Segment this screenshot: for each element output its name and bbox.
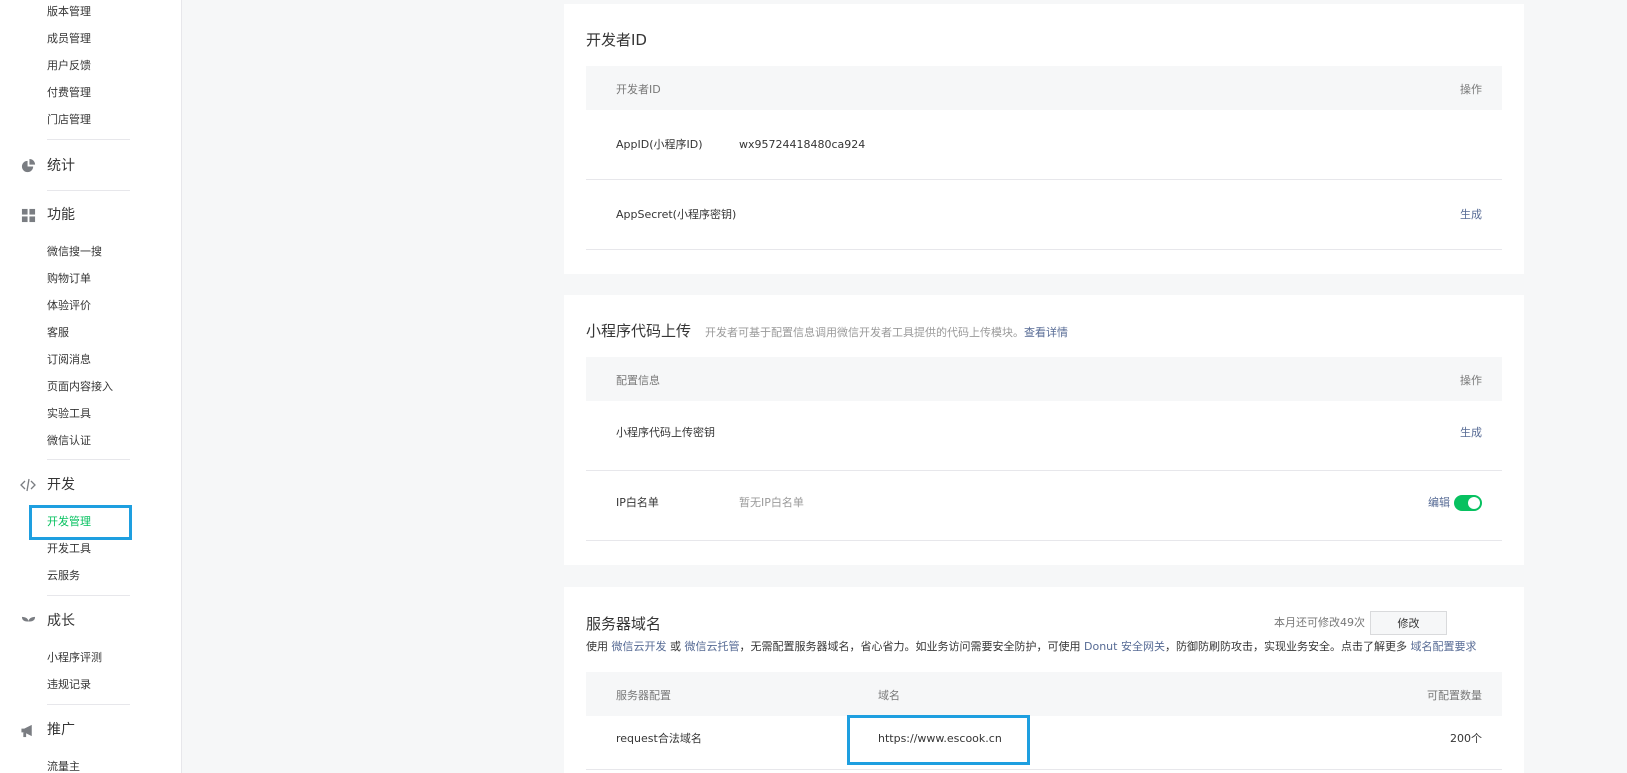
sidebar: 版本管理 成员管理 用户反馈 付费管理 门店管理 统计 功能 微信搜一搜 购物订…	[0, 0, 182, 773]
sidebar-group-features[interactable]: 功能	[20, 206, 75, 224]
appid-label: AppID(小程序ID)	[616, 138, 703, 151]
sidebar-item-reviews[interactable]: 体验评价	[47, 299, 91, 313]
sidebar-group-label: 成长	[47, 613, 75, 629]
code-icon	[20, 477, 36, 493]
sidebar-item-certification[interactable]: 微信认证	[47, 434, 91, 448]
ip-whitelist-toggle[interactable]	[1454, 495, 1482, 511]
column-header: 配置信息	[616, 374, 660, 387]
note-text: 使用	[586, 640, 608, 653]
ip-whitelist-label: IP白名单	[616, 496, 659, 509]
sidebar-divider	[47, 595, 130, 596]
sidebar-group-label: 开发	[47, 477, 75, 493]
generate-secret-link[interactable]: 生成	[1460, 208, 1482, 222]
generate-key-link[interactable]: 生成	[1460, 426, 1482, 440]
note-text: 或	[670, 640, 681, 653]
sidebar-group-growth[interactable]: 成长	[20, 612, 75, 630]
sidebar-item-payment[interactable]: 付费管理	[47, 86, 91, 100]
card-title: 开发者ID	[586, 31, 647, 49]
sidebar-item-cloud[interactable]: 云服务	[47, 569, 80, 583]
megaphone-icon	[20, 722, 36, 738]
sidebar-item-feedback[interactable]: 用户反馈	[47, 59, 91, 73]
code-upload-card: 小程序代码上传 开发者可基于配置信息调用微信开发者工具提供的代码上传模块。查看详情…	[564, 295, 1524, 565]
sidebar-group-stats[interactable]: 统计	[20, 157, 75, 175]
server-note: 使用 微信云开发 或 微信云托管，无需配置服务器域名，省心省力。如业务访问需要安…	[586, 638, 1476, 654]
sidebar-item-experiment[interactable]: 实验工具	[47, 407, 91, 421]
row-divider	[586, 249, 1502, 250]
table-header: 配置信息 操作	[586, 357, 1502, 401]
sidebar-group-label: 统计	[47, 158, 75, 174]
request-domain-label: request合法域名	[616, 732, 702, 745]
request-domain-count: 200个	[1450, 732, 1482, 745]
card-title: 服务器域名	[586, 615, 662, 633]
upload-key-label: 小程序代码上传密钥	[616, 426, 715, 439]
ip-whitelist-value: 暂无IP白名单	[739, 496, 804, 509]
grid-icon	[20, 207, 36, 223]
highlight-box	[29, 505, 132, 540]
sprout-icon	[20, 613, 36, 629]
sidebar-group-promo[interactable]: 推广	[20, 721, 75, 739]
sidebar-item-stores[interactable]: 门店管理	[47, 113, 91, 127]
developer-id-card: 开发者ID 开发者ID 操作 AppID(小程序ID) wx9572441848…	[564, 4, 1524, 274]
note-text: ，防御防刷防攻击，实现业务安全。点击了解更多	[1164, 640, 1407, 653]
sidebar-item-subscribe[interactable]: 订阅消息	[47, 353, 91, 367]
edit-ip-link[interactable]: 编辑	[1428, 496, 1450, 510]
note-text: ，无需配置服务器域名，省心省力。如业务访问需要安全防护，可使用	[739, 640, 1081, 653]
sidebar-item-violations[interactable]: 违规记录	[47, 678, 91, 692]
sidebar-divider	[47, 190, 130, 191]
donut-gateway-link[interactable]: Donut 安全网关	[1084, 640, 1165, 653]
sidebar-item-dev-tools[interactable]: 开发工具	[47, 542, 91, 556]
table-header: 开发者ID 操作	[586, 66, 1502, 110]
sidebar-item-traffic[interactable]: 流量主	[47, 760, 80, 773]
sidebar-group-label: 功能	[47, 207, 75, 223]
column-header: 开发者ID	[616, 83, 661, 96]
column-header: 可配置数量	[1427, 689, 1482, 702]
card-title: 小程序代码上传	[586, 322, 692, 340]
appsecret-label: AppSecret(小程序密钥)	[616, 208, 737, 221]
row-divider	[586, 769, 1502, 770]
sidebar-item-customer-service[interactable]: 客服	[47, 326, 69, 340]
domain-requirements-link[interactable]: 域名配置要求	[1410, 640, 1476, 653]
view-details-link[interactable]: 查看详情	[1024, 326, 1068, 339]
sidebar-group-label: 推广	[47, 722, 75, 738]
highlight-box	[847, 715, 1030, 765]
appid-value: wx95724418480ca924	[739, 138, 866, 151]
column-header: 操作	[1460, 374, 1482, 387]
sidebar-item-orders[interactable]: 购物订单	[47, 272, 91, 286]
row-divider	[586, 470, 1502, 471]
pie-chart-icon	[20, 158, 36, 174]
sidebar-divider	[47, 704, 130, 705]
card-title-row: 小程序代码上传 开发者可基于配置信息调用微信开发者工具提供的代码上传模块。查看详情	[586, 320, 1068, 341]
sidebar-divider	[47, 459, 130, 460]
card-subtitle: 开发者可基于配置信息调用微信开发者工具提供的代码上传模块。	[705, 326, 1025, 339]
row-divider	[586, 179, 1502, 180]
column-header: 操作	[1460, 83, 1482, 96]
sidebar-group-dev[interactable]: 开发	[20, 476, 75, 494]
table-header: 服务器配置 域名 可配置数量	[586, 672, 1502, 716]
column-header: 服务器配置	[616, 689, 671, 702]
row-divider	[586, 540, 1502, 541]
sidebar-divider	[47, 139, 130, 140]
sidebar-item-evaluation[interactable]: 小程序评测	[47, 651, 102, 665]
sidebar-item-version[interactable]: 版本管理	[47, 5, 91, 19]
sidebar-item-content[interactable]: 页面内容接入	[47, 380, 113, 394]
column-header: 域名	[878, 689, 900, 702]
sidebar-item-search[interactable]: 微信搜一搜	[47, 245, 102, 259]
modify-button[interactable]: 修改	[1370, 611, 1447, 635]
server-domain-card: 服务器域名 本月还可修改49次 修改 使用 微信云开发 或 微信云托管，无需配置…	[564, 587, 1524, 773]
cloud-dev-link[interactable]: 微信云开发	[612, 640, 667, 653]
cloud-hosting-link[interactable]: 微信云托管	[685, 640, 740, 653]
remaining-changes: 本月还可修改49次	[1274, 616, 1365, 629]
sidebar-item-members[interactable]: 成员管理	[47, 32, 91, 46]
